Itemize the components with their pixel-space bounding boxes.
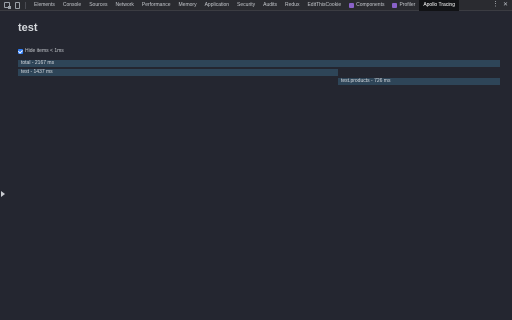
tab-label: Performance [141,2,171,8]
tab-label: Network [115,2,134,8]
tab-label: Audits [263,2,278,8]
tab-label: Apollo Tracing [423,2,455,8]
tab-network[interactable]: Network [112,0,138,11]
tab-console[interactable]: Console [59,0,85,11]
toolbar-divider [25,2,26,9]
devtools-tabs: Elements Console Sources Network Performance… [30,0,459,11]
hide-small-items-label: Hide items < 1ms [25,48,64,54]
devtools-toolbar: Elements Console Sources Network Performance… [0,0,512,11]
hide-small-items-checkbox[interactable] [18,48,23,54]
trace-bar-test[interactable]: test - 1437 ms [18,69,338,76]
tab-label: Security [237,2,256,8]
tab-components[interactable]: Components [345,0,388,11]
tab-elements[interactable]: Elements [30,0,59,11]
tab-label: Components [356,2,385,8]
tab-sources[interactable]: Sources [85,0,111,11]
page-title: test [18,22,38,34]
tab-label: Elements [34,2,55,8]
trace-bar-test-products[interactable]: test.products - 726 ms [338,78,500,85]
trace-bar-total[interactable]: total - 2167 ms [18,60,500,67]
tab-editthiscookie[interactable]: EditThisCookie [303,0,345,11]
more-options-icon[interactable]: ⋮ [492,0,499,11]
tab-label: Redux [285,2,300,8]
tab-security[interactable]: Security [233,0,259,11]
tab-performance[interactable]: Performance [138,0,175,11]
tab-apollo-tracing[interactable]: Apollo Tracing [419,0,459,11]
tab-label: Sources [89,2,108,8]
tab-label: EditThisCookie [307,2,342,8]
react-logo-icon [392,3,398,8]
drawer-expand-arrow-icon[interactable] [1,191,5,197]
tab-label: Console [62,2,82,8]
close-icon[interactable]: ✕ [503,0,508,11]
react-logo-icon [349,3,355,8]
tab-memory[interactable]: Memory [175,0,201,11]
tab-profiler[interactable]: Profiler [388,0,419,11]
tab-audits[interactable]: Audits [259,0,281,11]
hide-small-items-filter[interactable]: Hide items < 1ms [18,48,64,54]
tab-redux[interactable]: Redux [281,0,303,11]
tab-application[interactable]: Application [201,0,233,11]
device-toolbar-icon[interactable] [15,2,20,9]
inspect-element-icon[interactable] [4,2,11,9]
tab-label: Memory [178,2,197,8]
tab-label: Application [204,2,230,8]
tab-label: Profiler [399,2,416,8]
